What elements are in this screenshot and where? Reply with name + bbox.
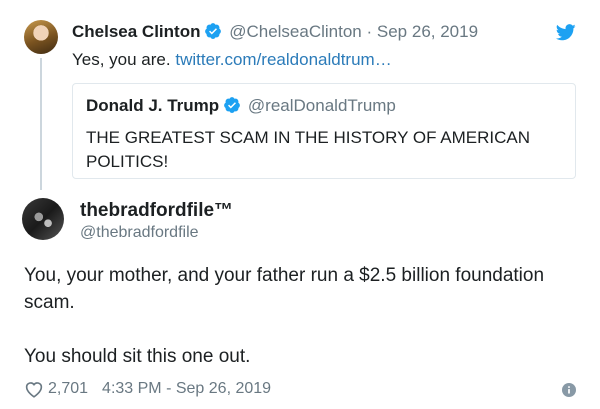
info-icon[interactable]: [562, 383, 576, 402]
quoted-tweet-text: THE GREATEST SCAM IN THE HISTORY OF AMER…: [86, 128, 530, 171]
main-tweet-paragraph: You, your mother, and your father run a …: [24, 265, 545, 313]
quoted-tweet-header: Donald J. Trump @realDonaldTrump: [86, 96, 396, 119]
quoted-tweet-card[interactable]: Donald J. Trump @realDonaldTrump THE GRE…: [72, 83, 576, 179]
chelsea-clinton-avatar[interactable]: [24, 20, 58, 54]
reply-link[interactable]: twitter.com/realdonaldtrum…: [175, 50, 391, 69]
main-author-handle[interactable]: @thebradfordfile: [80, 224, 199, 242]
reply-separator: ·: [366, 22, 373, 41]
thread-connector-line: [40, 58, 42, 190]
tweet-timestamp[interactable]: 4:33 PM - Sep 26, 2019: [102, 380, 271, 398]
reply-text: Yes, you are.: [72, 50, 171, 69]
reply-author-name[interactable]: Chelsea Clinton: [72, 22, 200, 41]
thebradfordfile-avatar[interactable]: [22, 198, 64, 240]
reply-author-handle[interactable]: @ChelseaClinton: [229, 22, 362, 41]
verified-badge-icon: [223, 96, 241, 119]
quoted-author-handle[interactable]: @realDonaldTrump: [248, 96, 396, 115]
main-tweet-paragraph: You should sit this one out.: [24, 346, 251, 367]
main-tweet-text: You, your mother, and your father run a …: [24, 262, 576, 370]
heart-icon[interactable]: [24, 380, 44, 398]
main-author-name[interactable]: thebradfordfile™: [80, 200, 233, 222]
tweet-footer: 2,701 4:33 PM - Sep 26, 2019: [24, 380, 271, 398]
like-count[interactable]: 2,701: [48, 380, 88, 398]
quoted-author-name[interactable]: Donald J. Trump: [86, 96, 219, 115]
reply-tweet-header: Chelsea Clinton @ChelseaClinton · Sep 26…: [72, 22, 478, 45]
twitter-bird-icon[interactable]: [555, 24, 576, 46]
reply-body: Yes, you are. twitter.com/realdonaldtrum…: [72, 50, 392, 70]
verified-badge-icon: [204, 22, 222, 45]
reply-date[interactable]: Sep 26, 2019: [377, 22, 478, 41]
